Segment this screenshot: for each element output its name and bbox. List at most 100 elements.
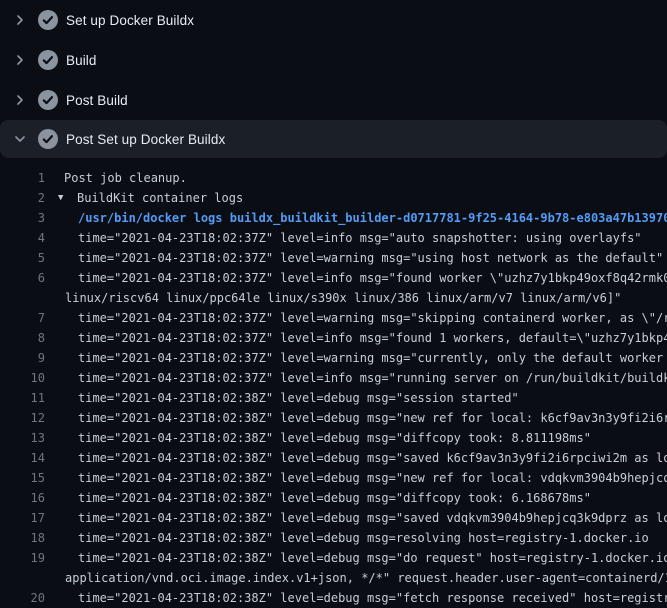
line-number-link[interactable]: 5 [0,251,45,265]
log-line-row: 6 ▼time="2021-04-23T18:02:37Z" level=inf… [0,268,667,288]
log-text: ▼time="2021-04-23T18:02:37Z" level=warni… [78,351,667,365]
log-text-value: time="2021-04-23T18:02:37Z" level=info m… [78,231,642,245]
line-number-link[interactable]: 2 [0,191,45,205]
actions-log-viewer: { "colors": { "background": "#0a0d13", "… [0,0,667,600]
log-text: ▼time="2021-04-23T18:02:38Z" level=debug… [78,511,667,525]
log-text: ▼time="2021-04-23T18:02:37Z" level=info … [78,271,667,285]
line-number-link[interactable]: 13 [0,431,45,445]
log-line-row: 8 ▼time="2021-04-23T18:02:37Z" level=inf… [0,328,667,348]
log-text-value: application/vnd.oci.image.index.v1+json,… [65,571,667,585]
log-line-row: 13 ▼time="2021-04-23T18:02:38Z" level=de… [0,428,667,448]
line-number-link[interactable]: 1 [0,171,45,185]
log-line-row: 17 ▼time="2021-04-23T18:02:38Z" level=de… [0,508,667,528]
check-circle-icon [38,10,58,30]
line-number-link[interactable]: 15 [0,471,45,485]
log-text: ▼time="2021-04-23T18:02:37Z" level=info … [78,331,667,345]
log-text-value: time="2021-04-23T18:02:38Z" level=debug … [78,551,667,565]
line-number-link[interactable]: 19 [0,551,45,565]
log-text: ▼time="2021-04-23T18:02:37Z" level=warni… [78,311,667,325]
log-text: ▼time="2021-04-23T18:02:38Z" level=debug… [78,431,591,445]
steps-list: Set up Docker Buildx Build [0,0,667,158]
line-number-link[interactable]: 6 [0,271,45,285]
group-caret-icon[interactable]: ▼ [58,193,77,203]
log-line-row: 14 ▼time="2021-04-23T18:02:38Z" level=de… [0,448,667,468]
log-text: ▼time="2021-04-23T18:02:38Z" level=debug… [78,531,649,545]
line-number-link[interactable]: 3 [0,211,45,225]
log-line-row: 10 ▼time="2021-04-23T18:02:37Z" level=in… [0,368,667,388]
log-text-value: time="2021-04-23T18:02:38Z" level=debug … [78,451,667,465]
line-number-link[interactable]: 7 [0,311,45,325]
log-text-value: time="2021-04-23T18:02:38Z" level=debug … [78,391,519,405]
line-number-link[interactable]: 20 [0,591,45,605]
log-text: ▼Post job cleanup. [64,171,187,185]
check-circle-icon [38,50,58,70]
line-number-link[interactable]: 12 [0,411,45,425]
step-row[interactable]: Post Set up Docker Buildx [0,120,667,158]
step-row[interactable]: Post Build [0,80,667,120]
log-text: ▼application/vnd.oci.image.index.v1+json… [65,571,667,585]
log-line-row: 9 ▼time="2021-04-23T18:02:37Z" level=war… [0,348,667,368]
line-number-link[interactable]: 8 [0,331,45,345]
log-text-value: linux/riscv64 linux/ppc64le linux/s390x … [65,291,621,305]
check-circle-icon [38,90,58,110]
log-text-value: /usr/bin/docker logs buildx_buildkit_bui… [78,211,667,225]
log-text: ▼time="2021-04-23T18:02:37Z" level=info … [78,371,667,385]
log-line-row: 7 ▼time="2021-04-23T18:02:37Z" level=war… [0,308,667,328]
log-line-row: 15 ▼time="2021-04-23T18:02:38Z" level=de… [0,468,667,488]
log-text: ▼/usr/bin/docker logs buildx_buildkit_bu… [78,211,667,225]
line-number-link[interactable]: 9 [0,351,45,365]
log-line-row: ▼linux/riscv64 linux/ppc64le linux/s390x… [0,288,667,308]
log-text-value: time="2021-04-23T18:02:37Z" level=info m… [78,331,667,345]
log-text-value: time="2021-04-23T18:02:38Z" level=debug … [78,411,667,425]
log-line-row: 1 ▼Post job cleanup. [0,168,667,188]
log-text: ▼time="2021-04-23T18:02:38Z" level=debug… [78,391,519,405]
step-title: Build [66,53,97,68]
line-number-link[interactable]: 14 [0,451,45,465]
chevron-icon[interactable] [12,92,28,108]
log-line-row: 16 ▼time="2021-04-23T18:02:38Z" level=de… [0,488,667,508]
log-text-value: time="2021-04-23T18:02:38Z" level=debug … [78,511,667,525]
log-line-row: 12 ▼time="2021-04-23T18:02:38Z" level=de… [0,408,667,428]
log-line-row: 19 ▼time="2021-04-23T18:02:38Z" level=de… [0,548,667,568]
log-text: ▼time="2021-04-23T18:02:38Z" level=debug… [78,411,667,425]
log-lines: 1 ▼Post job cleanup. 2 ▼BuildKit contain… [0,158,667,608]
log-line-row: 5 ▼time="2021-04-23T18:02:37Z" level=war… [0,248,667,268]
log-text-value: Post job cleanup. [64,171,187,185]
check-circle-icon [38,129,58,149]
log-text-value: BuildKit container logs [77,191,243,205]
log-text-value: time="2021-04-23T18:02:38Z" level=debug … [78,591,667,605]
log-text-value: time="2021-04-23T18:02:38Z" level=debug … [78,491,591,505]
line-number-link[interactable]: 16 [0,491,45,505]
log-text-value: time="2021-04-23T18:02:38Z" level=debug … [78,471,667,485]
line-number-link[interactable]: 4 [0,231,45,245]
log-text: ▼time="2021-04-23T18:02:38Z" level=debug… [78,491,591,505]
step-row[interactable]: Set up Docker Buildx [0,0,667,40]
log-line-row: 3 ▼/usr/bin/docker logs buildx_buildkit_… [0,208,667,228]
line-number-link[interactable]: 10 [0,371,45,385]
log-text: ▼time="2021-04-23T18:02:37Z" level=warni… [78,251,663,265]
step-title: Set up Docker Buildx [66,13,194,28]
log-text: ▼time="2021-04-23T18:02:38Z" level=debug… [78,591,667,605]
log-text-value: time="2021-04-23T18:02:38Z" level=debug … [78,431,591,445]
step-title: Post Set up Docker Buildx [66,132,225,147]
log-text-value: time="2021-04-23T18:02:38Z" level=debug … [78,531,649,545]
log-text-value: time="2021-04-23T18:02:37Z" level=warnin… [78,251,663,265]
chevron-icon[interactable] [12,12,28,28]
log-line-row: 18 ▼time="2021-04-23T18:02:38Z" level=de… [0,528,667,548]
chevron-icon[interactable] [12,131,28,147]
step-title: Post Build [66,93,128,108]
log-line-row: 11 ▼time="2021-04-23T18:02:38Z" level=de… [0,388,667,408]
line-number-link[interactable]: 17 [0,511,45,525]
line-number-link[interactable]: 11 [0,391,45,405]
log-text: ▼BuildKit container logs [58,191,243,205]
log-line-row: 20 ▼time="2021-04-23T18:02:38Z" level=de… [0,588,667,608]
log-text-value: time="2021-04-23T18:02:37Z" level=warnin… [78,351,667,365]
log-line-row: ▼application/vnd.oci.image.index.v1+json… [0,568,667,588]
log-text: ▼time="2021-04-23T18:02:38Z" level=debug… [78,471,667,485]
log-text: ▼time="2021-04-23T18:02:38Z" level=debug… [78,451,667,465]
log-text-value: time="2021-04-23T18:02:37Z" level=info m… [78,371,667,385]
line-number-link[interactable]: 18 [0,531,45,545]
step-row[interactable]: Build [0,40,667,80]
chevron-icon[interactable] [12,52,28,68]
log-text: ▼time="2021-04-23T18:02:37Z" level=info … [78,231,642,245]
